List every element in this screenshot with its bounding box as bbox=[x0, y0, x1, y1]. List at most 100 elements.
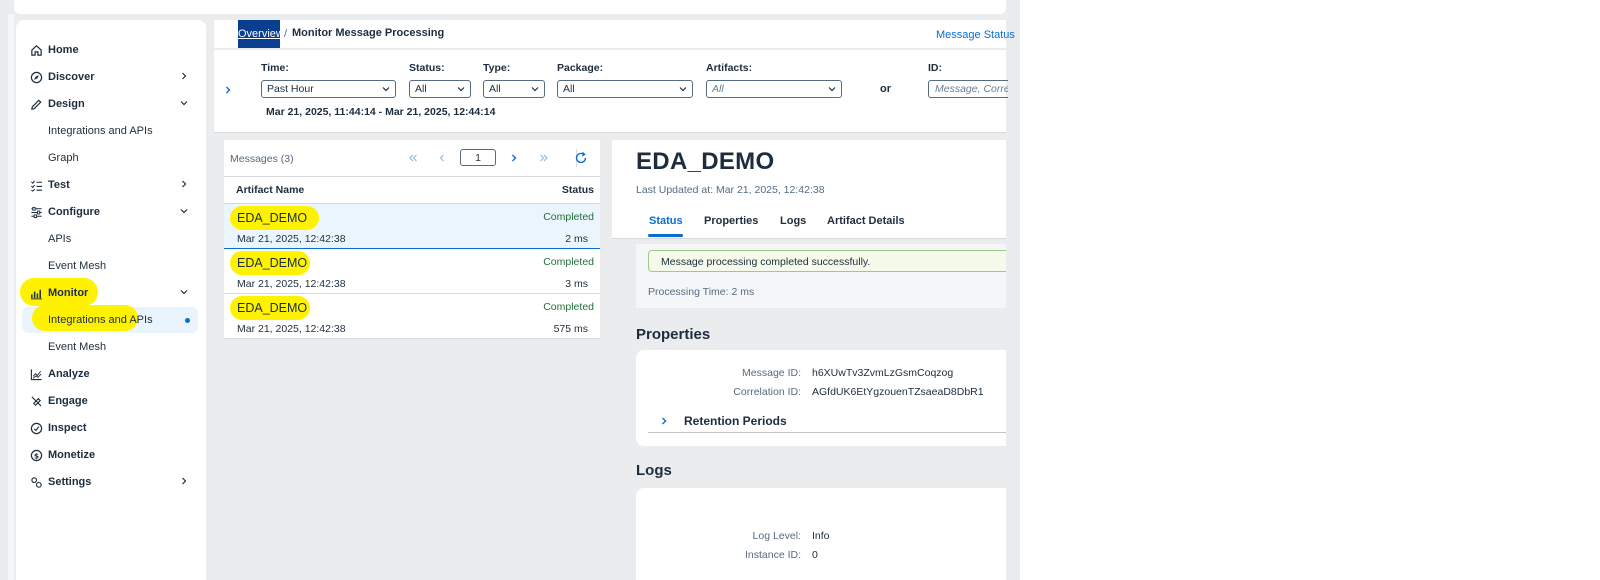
row-date: Mar 21, 2025, 12:42:38 bbox=[237, 323, 346, 335]
first-page-icon[interactable] bbox=[407, 152, 419, 164]
filter-bar: Time: Past Hour Status: All Type: All Pa… bbox=[214, 50, 1008, 133]
sidebar-subitem-apis[interactable]: APIs bbox=[22, 226, 198, 252]
tab-logs[interactable]: Logs bbox=[780, 215, 806, 227]
refresh-icon[interactable] bbox=[574, 151, 588, 165]
status-filter-label: Status: bbox=[409, 62, 445, 74]
compass-icon bbox=[28, 69, 44, 85]
log-level-label: Log Level: bbox=[752, 530, 801, 542]
sidebar-item-engage[interactable]: Engage bbox=[22, 388, 198, 414]
breadcrumb-overview-link[interactable]: Overview bbox=[238, 28, 284, 40]
row-status: Completed bbox=[543, 211, 594, 223]
time-select[interactable]: Past Hour bbox=[261, 80, 396, 98]
processing-time: Processing Time: 2 ms bbox=[648, 286, 755, 298]
list-toolbar: Messages (3) 1 bbox=[224, 140, 600, 177]
sidebar-item-configure[interactable]: Configure bbox=[22, 199, 198, 225]
table-row[interactable]: EDA_DEMO Completed Mar 21, 2025, 12:42:3… bbox=[224, 294, 600, 339]
expand-filter-icon[interactable] bbox=[222, 84, 234, 96]
row-artifact-name: EDA_DEMO bbox=[237, 301, 308, 315]
column-artifact-name: Artifact Name bbox=[236, 184, 305, 196]
message-count: Messages (3) bbox=[230, 153, 294, 165]
bar-chart-icon bbox=[28, 285, 44, 301]
package-filter-label: Package: bbox=[557, 62, 604, 74]
type-select[interactable]: All bbox=[483, 80, 545, 98]
row-duration: 2 ms bbox=[565, 233, 588, 245]
chevron-right-icon bbox=[178, 70, 190, 82]
sidebar-item-monetize[interactable]: $ Monetize bbox=[22, 442, 198, 468]
next-page-icon[interactable] bbox=[508, 152, 520, 164]
sidebar-subitem-monitor-event-mesh[interactable]: Event Mesh bbox=[22, 334, 198, 360]
table-row[interactable]: EDA_DEMO Completed Mar 21, 2025, 12:42:3… bbox=[224, 249, 600, 294]
sidebar-item-label: Event Mesh bbox=[48, 341, 107, 353]
sidebar-subitem-design-integrations[interactable]: Integrations and APIs bbox=[22, 118, 198, 144]
chevron-down-icon bbox=[530, 84, 540, 94]
svg-text:$: $ bbox=[33, 451, 38, 460]
chevron-down-icon bbox=[381, 84, 391, 94]
logs-section-title: Logs bbox=[636, 462, 672, 479]
retention-periods-label: Retention Periods bbox=[684, 414, 787, 428]
pencil-icon bbox=[28, 96, 44, 112]
sidebar-item-discover[interactable]: Discover bbox=[22, 64, 198, 90]
message-status-link[interactable]: Message Status bbox=[936, 29, 1015, 41]
sidebar-item-label: Settings bbox=[48, 476, 92, 488]
sliders-icon bbox=[28, 204, 44, 220]
sidebar-item-label: Integrations and APIs bbox=[48, 314, 153, 326]
row-date: Mar 21, 2025, 12:42:38 bbox=[237, 278, 346, 290]
sidebar-subitem-configure-event-mesh[interactable]: Event Mesh bbox=[22, 253, 198, 279]
artifacts-select-value: All bbox=[712, 83, 724, 95]
sidebar-item-design[interactable]: Design bbox=[22, 91, 198, 117]
retention-periods-expander[interactable]: Retention Periods bbox=[648, 410, 1006, 433]
message-list-panel: Messages (3) 1 Artifact Name Status EDA_… bbox=[224, 140, 600, 580]
package-select[interactable]: All bbox=[557, 80, 693, 98]
artifacts-select[interactable]: All bbox=[706, 80, 842, 98]
id-input-placeholder: Message, Corre bbox=[935, 83, 1008, 95]
log-level-value: Info bbox=[812, 530, 830, 542]
sidebar-item-label: Monetize bbox=[48, 449, 96, 461]
sidebar-item-test[interactable]: Test bbox=[22, 172, 198, 198]
window-edge bbox=[8, 14, 14, 580]
sidebar-item-label: APIs bbox=[48, 233, 72, 245]
sidebar-item-inspect[interactable]: Inspect bbox=[22, 415, 198, 441]
sidebar-item-label: Inspect bbox=[48, 422, 87, 434]
sidebar-item-label: Integrations and APIs bbox=[48, 125, 153, 137]
page-number-input[interactable]: 1 bbox=[460, 149, 496, 166]
sidebar-item-analyze[interactable]: Analyze bbox=[22, 361, 198, 387]
logs-card: Log Level: Info Instance ID: 0 bbox=[636, 488, 1006, 580]
row-duration: 575 ms bbox=[553, 323, 588, 335]
sidebar-item-label: Analyze bbox=[48, 368, 90, 380]
engage-icon bbox=[28, 393, 44, 409]
artifacts-filter-label: Artifacts: bbox=[706, 62, 753, 74]
selected-indicator-dot bbox=[185, 318, 190, 323]
correlation-id-label: Correlation ID: bbox=[733, 386, 801, 398]
table-row[interactable]: EDA_DEMO Completed Mar 21, 2025, 12:42:3… bbox=[224, 204, 600, 249]
sidebar-item-label: Configure bbox=[48, 206, 100, 218]
gears-icon bbox=[28, 474, 44, 490]
sidebar-item-label: Home bbox=[48, 44, 79, 56]
tab-artifact-details[interactable]: Artifact Details bbox=[827, 215, 905, 227]
row-status: Completed bbox=[543, 301, 594, 313]
success-message: Message processing completed successfull… bbox=[661, 256, 871, 268]
status-select[interactable]: All bbox=[409, 80, 471, 98]
sidebar-item-home[interactable]: Home bbox=[22, 37, 198, 63]
sidebar-item-label: Monitor bbox=[48, 287, 89, 299]
sidebar-subitem-graph[interactable]: Graph bbox=[22, 145, 198, 171]
message-detail-panel: EDA_DEMO Last Updated at: Mar 21, 2025, … bbox=[612, 140, 1006, 580]
sidebar-item-label: Discover bbox=[48, 71, 95, 83]
chevron-down-icon bbox=[827, 84, 837, 94]
breadcrumb-separator: / bbox=[284, 28, 288, 40]
line-chart-icon bbox=[28, 366, 44, 382]
tab-status[interactable]: Status bbox=[649, 215, 683, 227]
sidebar-item-settings[interactable]: Settings bbox=[22, 469, 198, 495]
dollar-icon: $ bbox=[28, 447, 44, 463]
last-page-icon[interactable] bbox=[538, 152, 550, 164]
time-filter-label: Time: bbox=[261, 62, 289, 74]
page-title: Monitor Message Processing bbox=[292, 27, 445, 39]
side-navigation: Home Discover Design Integrations and AP… bbox=[16, 20, 206, 580]
previous-page-icon[interactable] bbox=[436, 152, 448, 164]
row-duration: 3 ms bbox=[565, 278, 588, 290]
chevron-down-icon bbox=[456, 84, 466, 94]
type-select-value: All bbox=[489, 83, 501, 95]
time-select-value: Past Hour bbox=[267, 83, 314, 95]
id-search-input[interactable]: Message, Corre bbox=[928, 80, 1008, 98]
sidebar-item-label: Graph bbox=[48, 152, 79, 164]
tab-properties[interactable]: Properties bbox=[704, 215, 758, 227]
